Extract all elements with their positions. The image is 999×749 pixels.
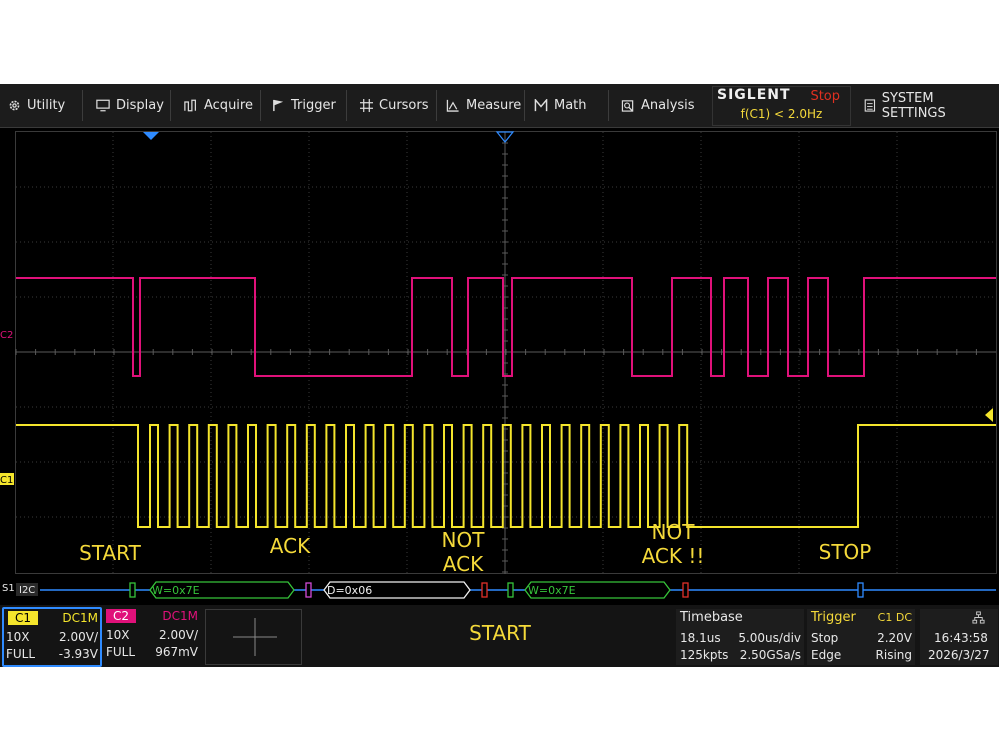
annotation-start: START [79,541,141,565]
frequency-counter: f(C1) < 2.0Hz [740,107,823,121]
c1-bandwidth: FULL [6,647,36,661]
system-settings-button[interactable]: SYSTEM SETTINGS [864,84,999,127]
decode-frame-3-text: W=0x7E [528,584,576,597]
decode-bus-label: S1 [2,583,15,594]
menu-acquire-label: Acquire [204,98,253,113]
trigger-box[interactable]: Trigger C1 DC Stop 2.20V Edge Rising [807,609,915,665]
trigger-source: C1 DC [877,611,912,624]
decode-frame-1-text: W=0x7E [152,584,200,597]
clock-box[interactable]: 16:43:58 2026/3/27 [920,609,998,665]
c2-bandwidth: FULL [106,645,136,659]
trigger-slope: Rising [875,648,912,662]
menu-cursors[interactable]: Cursors [360,84,429,127]
annotation-not-ack-2: NOT ACK !! [641,520,705,568]
annotation-ack: ACK [269,534,311,558]
decode-ack-mark [305,582,312,598]
decode-frame-2-text: D=0x06 [327,584,372,597]
c1-coupling: DC1M [62,611,98,625]
gear-icon [9,100,20,111]
trigger-mode: Stop [811,631,839,645]
c2-offset: 967mV [155,645,198,659]
brand-logo: SIGLENT [717,87,791,103]
menu-analysis[interactable]: Analysis [621,84,695,127]
monitor-icon [96,99,110,112]
info-bar: C1 DC1M 10X 2.00V/ FULL -3.93V C2 DC1M 1… [0,605,999,667]
decode-nack-mark-1 [481,582,488,598]
add-channel-button[interactable] [205,609,302,665]
c1-offset: -3.93V [58,647,98,661]
waveform-grid[interactable]: C2 C1 S1 I2C W=0x7E D=0x06 W=0x7E [0,128,999,660]
network-icon [972,611,985,624]
timebase-points: 125kpts [680,648,729,662]
decode-protocol-label: I2C [19,585,35,596]
math-icon [534,99,548,112]
menu-trigger-label: Trigger [291,98,336,113]
c2-ground-marker[interactable]: C2 [0,330,13,341]
measure-icon [446,99,459,112]
c2-probe: 10X [106,628,130,642]
menu-trigger[interactable]: Trigger [272,84,336,127]
system-settings-label: SYSTEM SETTINGS [881,90,946,121]
brand-status-box: SIGLENT Stop f(C1) < 2.0Hz [712,86,851,126]
timebase-box[interactable]: Timebase 18.1us 5.00us/div 125kpts 2.50G… [676,609,804,665]
clock-time: 16:43:58 [934,631,988,645]
run-state-indicator[interactable]: Stop [810,89,840,104]
menu-bar: Utility Display Acquire Trigger Cursors … [0,84,999,128]
decode-stop-mark [857,582,864,598]
c1-info-box[interactable]: C1 DC1M 10X 2.00V/ FULL -3.93V [2,607,102,667]
acquire-icon [184,99,196,112]
menu-analysis-label: Analysis [641,98,695,113]
cursor-cross-icon [360,99,373,112]
menu-display-label: Display [116,98,164,113]
timebase-scale: 5.00us/div [738,631,801,645]
menu-measure[interactable]: Measure [446,84,521,127]
c1-scale: 2.00V/ [59,630,98,644]
menu-math[interactable]: Math [534,84,587,127]
timebase-rate: 2.50GSa/s [739,648,801,662]
c1-ground-marker[interactable]: C1 [0,475,13,486]
menu-display[interactable]: Display [96,84,164,127]
menu-cursors-label: Cursors [379,98,429,113]
menu-utility-label: Utility [27,98,66,113]
trigger-level: 2.20V [877,631,912,645]
oscilloscope-screen: Utility Display Acquire Trigger Cursors … [0,84,999,667]
decode-restart-mark [507,582,514,598]
decode-start-mark [129,582,136,598]
menu-math-label: Math [554,98,587,113]
timebase-title: Timebase [680,610,743,625]
clock-date: 2026/3/27 [928,648,990,662]
analysis-icon [621,100,634,112]
list-icon [864,99,876,112]
menu-measure-label: Measure [466,98,522,113]
c2-info-box[interactable]: C2 DC1M 10X 2.00V/ FULL 967mV [102,609,200,665]
decode-nack-mark-2 [682,582,689,598]
trigger-type: Edge [811,648,842,662]
flag-icon [273,99,284,112]
annotation-stop: STOP [818,540,872,564]
menu-acquire[interactable]: Acquire [184,84,253,127]
c2-coupling: DC1M [162,609,198,623]
c1-tag: C1 [8,611,39,625]
menu-utility[interactable]: Utility [8,84,65,127]
c1-probe: 10X [6,630,30,644]
c2-scale: 2.00V/ [159,628,198,642]
timebase-delay: 18.1us [680,631,721,645]
annotation-not-ack-1: NOT ACK [441,528,485,576]
c2-tag: C2 [106,609,137,623]
trigger-title: Trigger [811,610,856,625]
plus-icon [233,618,277,656]
status-message: START [469,621,531,645]
